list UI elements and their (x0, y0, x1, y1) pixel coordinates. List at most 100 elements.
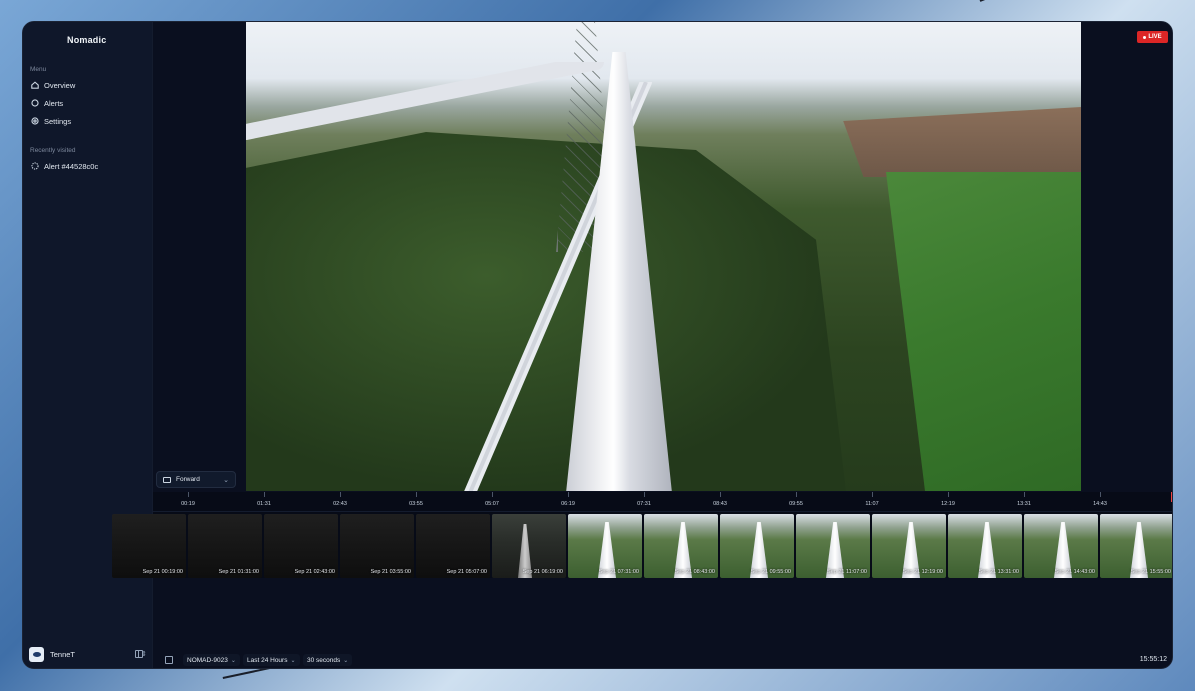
dashed-circle-icon (31, 162, 39, 170)
brand-logo[interactable]: Nomadic (67, 35, 106, 45)
timeline-tick-label: 07:31 (637, 501, 651, 507)
timeline-tick-label: 13:31 (1017, 501, 1031, 507)
timeline-tick-label: 06:19 (561, 501, 575, 507)
timeline-thumbnail[interactable]: Sep 21 05:07:00 (416, 514, 490, 578)
range-select[interactable]: Last 24 Hours ⌄ (243, 654, 300, 666)
device-select[interactable]: NOMAD-9023 ⌄ (183, 654, 240, 666)
interval-select[interactable]: 30 seconds ⌄ (303, 654, 353, 666)
timeline[interactable]: 00:19 01:31 02:43 03:55 05:07 06:19 07:31 08:43… (112, 492, 1172, 578)
thumbnail-timestamp: Sep 21 15:55:00 (1130, 569, 1171, 575)
timeline-thumbnail[interactable]: Sep 21 15:55:00 (1100, 514, 1172, 578)
timeline-tick (264, 492, 265, 497)
timeline-thumbnail[interactable]: Sep 21 13:31:00 (948, 514, 1022, 578)
timeline-tick-label: 03:55 (409, 501, 423, 507)
thumbnail-timestamp: Sep 21 01:31:00 (218, 569, 259, 575)
timeline-tick (720, 492, 721, 497)
chevron-down-icon: ⌄ (290, 657, 296, 664)
timeline-tick (340, 492, 341, 497)
sidebar-item-overview[interactable]: Overview (29, 78, 147, 92)
interval-value: 30 seconds (307, 656, 341, 664)
thumbnail-timestamp: Sep 21 00:19:00 (142, 569, 183, 575)
timeline-thumbnail[interactable]: Sep 21 08:43:00 (644, 514, 718, 578)
camera-view-select[interactable]: Forward ⌄ (156, 471, 236, 488)
timeline-ruler[interactable]: 00:19 01:31 02:43 03:55 05:07 06:19 07:31 08:43… (153, 492, 1172, 512)
timeline-thumbnail[interactable]: Sep 21 14:43:00 (1024, 514, 1098, 578)
thumbnail-timestamp: Sep 21 12:19:00 (902, 569, 943, 575)
timeline-tick (188, 492, 189, 497)
current-time: 15:55:12 (1139, 656, 1167, 663)
sidebar-recent-alert[interactable]: Alert #44528c0c (29, 159, 147, 173)
timeline-tick (872, 492, 873, 497)
thumbnail-timestamp: Sep 21 06:19:00 (522, 569, 563, 575)
timeline-tick (1100, 492, 1101, 497)
thumbnail-timestamp: Sep 21 05:07:00 (446, 569, 487, 575)
sidebar-item-label: Settings (44, 116, 72, 126)
chevron-down-icon: ⌄ (343, 657, 349, 664)
recent-section-label: Recently visited (30, 147, 76, 154)
timeline-tick-label: 08:43 (713, 501, 727, 507)
timeline-tick (416, 492, 417, 497)
sidebar-item-alerts[interactable]: Alerts (29, 96, 147, 110)
menu-section-label: Menu (30, 66, 47, 73)
main-panel: Forward ⌄ LIVE 00:19 01:31 02:43 03:55 05:07… (112, 22, 1172, 668)
sidebar-item-label: Alert #44528c0c (44, 161, 99, 171)
timeline-tick (796, 492, 797, 497)
sidebar-item-label: Alerts (44, 98, 64, 108)
timeline-thumbnail[interactable]: Sep 21 06:19:00 (492, 514, 566, 578)
timeline-tick-label: 12:19 (941, 501, 955, 507)
thumbnail-timestamp: Sep 21 08:43:00 (674, 569, 715, 575)
thumbnail-timestamp: Sep 21 09:55:00 (750, 569, 791, 575)
live-label: LIVE (1148, 34, 1162, 40)
thumbnail-timestamp: Sep 21 02:43:00 (294, 569, 335, 575)
video-plowed-field (843, 107, 1081, 177)
timeline-thumbnail[interactable]: Sep 21 07:31:00 (568, 514, 642, 578)
timeline-tick (568, 492, 569, 497)
timeline-playhead[interactable] (1171, 492, 1172, 502)
timeline-thumbnail[interactable]: Sep 21 11:07:00 (796, 514, 870, 578)
avatar (29, 646, 44, 662)
device-value: NOMAD-9023 (187, 656, 228, 664)
account-name: TenneT (50, 649, 76, 659)
timeline-thumbnail[interactable]: Sep 21 12:19:00 (872, 514, 946, 578)
camera-view-value: Forward (176, 476, 200, 483)
timeline-thumbnail[interactable]: Sep 21 09:55:00 (720, 514, 794, 578)
timeline-tick-label: 14:43 (1093, 501, 1107, 507)
timeline-tick (644, 492, 645, 497)
sidebar-toggle-icon[interactable] (135, 650, 143, 658)
timeline-tick-label: 11:07 (865, 501, 879, 507)
sidebar-item-settings[interactable]: Settings (29, 114, 147, 128)
thumbnail-timestamp: Sep 21 11:07:00 (827, 569, 867, 575)
thumbnail-timestamp: Sep 21 13:31:00 (978, 569, 1019, 575)
range-value: Last 24 Hours (247, 656, 288, 664)
home-icon (31, 81, 39, 89)
timeline-thumbnail[interactable]: Sep 21 02:43:00 (264, 514, 338, 578)
gear-icon (31, 117, 39, 125)
live-dot-icon (1143, 35, 1147, 39)
timeline-thumbnail[interactable]: Sep 21 01:31:00 (188, 514, 262, 578)
timeline-tick (492, 492, 493, 497)
timeline-thumbnail[interactable]: Sep 21 00:19:00 (112, 514, 186, 578)
live-video-feed[interactable] (246, 22, 1081, 491)
chevron-down-icon: ⌄ (230, 657, 236, 664)
timeline-tick (1024, 492, 1025, 497)
video-camera-icon (163, 476, 171, 483)
bottom-toolbar: NOMAD-9023 ⌄ Last 24 Hours ⌄ 30 seconds … (153, 650, 1172, 668)
timeline-tick-label: 05:07 (485, 501, 499, 507)
thumbnail-timestamp: Sep 21 14:43:00 (1054, 569, 1095, 575)
timeline-tick-label: 02:43 (333, 501, 347, 507)
video-green-field (886, 172, 1081, 491)
chevron-down-icon: ⌄ (223, 476, 229, 484)
timeline-tick-label: 09:55 (789, 501, 803, 507)
timeline-tick (948, 492, 949, 497)
app-window: Nomadic Menu Overview Alerts Settings Re… (22, 21, 1173, 669)
timeline-tick-label: 01:31 (257, 501, 271, 507)
sidebar-item-label: Overview (44, 80, 76, 90)
timeline-thumbnail[interactable]: Sep 21 03:55:00 (340, 514, 414, 578)
panel-toggle-icon[interactable] (165, 656, 173, 664)
live-badge[interactable]: LIVE (1137, 31, 1168, 43)
account-switcher[interactable]: TenneT ⇕ (29, 645, 147, 663)
timeline-tick-label: 00:19 (181, 501, 195, 507)
chat-bubble-icon (31, 99, 39, 107)
thumbnail-timestamp: Sep 21 07:31:00 (598, 569, 639, 575)
thumbnail-timestamp: Sep 21 03:55:00 (370, 569, 411, 575)
